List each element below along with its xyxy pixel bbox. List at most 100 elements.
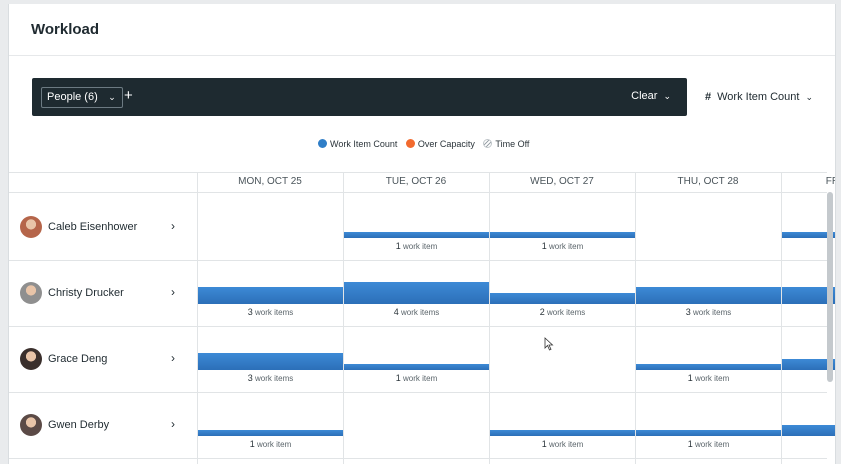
workload-bar[interactable] [636,287,781,304]
legend: Work Item Count Over Capacity Time Off [318,139,535,149]
bar-count: 1 [395,373,401,383]
workload-grid: MON, OCT 25 TUE, OCT 26 WED, OCT 27 THU, OC… [9,172,835,464]
person-name: Grace Deng [48,353,108,365]
legend-item-over-capacity: Over Capacity [405,139,475,149]
legend-label: Work Item Count [330,139,398,149]
chevron-down-icon: ⌄ [108,92,116,102]
bar-unit: work item [257,440,292,449]
person-row[interactable]: Gwen Derby › [9,392,192,458]
workload-bar[interactable] [344,282,489,304]
person-name: Christy Drucker [48,287,124,299]
page-title: Workload [31,21,100,38]
add-filter-button[interactable]: + [124,86,133,106]
legend-label: Over Capacity [417,139,475,149]
bar-count: 4 [393,307,399,317]
legend-item-work-item-count: Work Item Count [318,139,397,149]
grid-row-divider [9,458,827,459]
avatar [20,216,42,238]
workload-page: Workload People (6) ⌄ + Clear ⌄ # Work Ite… [8,4,836,464]
person-row[interactable]: Caleb Eisenhower › [9,194,192,260]
person-row[interactable]: Christy Drucker › [9,260,192,326]
bar-count: 3 [247,373,253,383]
bar-label: 1 work item [198,439,343,449]
workload-bar[interactable] [490,232,635,238]
bar-label: 1 work item [636,439,781,449]
day-header: FRI, OCT 29 [825,176,835,187]
legend-hatch-dot [483,139,493,148]
bar-unit: work items [255,374,294,383]
bar-label: 4 work items [344,307,489,317]
filter-toolbar: People (6) ⌄ + Clear ⌄ [32,78,687,116]
bar-unit: work item [403,374,438,383]
workload-bar[interactable] [636,364,781,370]
hash-icon: # [705,91,712,103]
workload-bar[interactable] [198,430,343,436]
bar-count: 3 [247,307,253,317]
day-header: THU, OCT 28 [677,176,739,187]
bar-count: 1 [249,439,255,449]
people-filter-label: People (6) [47,91,98,103]
bar-unit: work items [401,308,440,317]
workload-bar[interactable] [198,287,343,304]
page-header: Workload [9,4,835,56]
vertical-scrollbar[interactable] [827,192,833,382]
mouse-cursor-icon [544,337,554,351]
avatar [20,348,42,370]
person-row[interactable]: Grace Deng › [9,326,192,392]
workload-bar[interactable] [344,364,489,370]
grid-column-divider [197,172,198,464]
chevron-down-icon: ⌄ [805,92,813,102]
bar-label: 1 work item [636,373,781,383]
bar-label: 3 work items [198,307,343,317]
bar-label: 1 work item [490,439,635,449]
people-filter-dropdown[interactable]: People (6) ⌄ [41,87,123,108]
legend-dot [318,139,327,148]
day-header: MON, OCT 25 [238,176,302,187]
day-header: WED, OCT 27 [530,176,594,187]
workload-bar[interactable] [344,232,489,238]
chevron-right-icon[interactable]: › [171,417,175,431]
chevron-right-icon[interactable]: › [171,285,175,299]
avatar [20,414,42,436]
bar-label: 1 work item [344,373,489,383]
grid-column-divider [343,172,344,464]
chevron-right-icon[interactable]: › [171,351,175,365]
bar-unit: work item [549,440,584,449]
day-header: TUE, OCT 26 [385,176,447,187]
bar-count: 1 [541,241,547,251]
bar-label: 1 work item [490,241,635,251]
workload-bar[interactable] [636,430,781,436]
bar-count: 1 [687,373,693,383]
bar-unit: work item [549,242,584,251]
bar-unit: work items [693,308,732,317]
bar-label: 2 work items [490,307,635,317]
bar-unit: work item [695,440,730,449]
clear-button[interactable]: Clear ⌄ [631,90,671,102]
bar-unit: work items [255,308,294,317]
workload-bar[interactable] [198,353,343,370]
legend-label: Time Off [495,139,530,149]
grid-column-divider [781,172,782,464]
workload-bar[interactable] [490,293,635,304]
bar-label: 1 work item [344,241,489,251]
bar-count: 1 [395,241,401,251]
grid-row-divider [9,192,827,193]
grid-column-divider [489,172,490,464]
bar-count: 2 [539,307,545,317]
bar-count: 1 [541,439,547,449]
metric-label: Work Item Count [717,91,800,103]
workload-bar[interactable] [490,430,635,436]
avatar [20,282,42,304]
workload-bar[interactable] [782,425,835,436]
legend-item-time-off: Time Off [483,139,529,149]
bar-unit: work item [403,242,438,251]
chevron-right-icon[interactable]: › [171,219,175,233]
person-name: Caleb Eisenhower [48,221,138,233]
bar-count: 1 [687,439,693,449]
bar-label: 3 work items [198,373,343,383]
person-name: Gwen Derby [48,419,110,431]
metric-select[interactable]: # Work Item Count ⌄ [705,91,813,103]
clear-label: Clear [631,90,658,102]
bar-label: 3 work items [636,307,781,317]
bar-count: 3 [685,307,691,317]
